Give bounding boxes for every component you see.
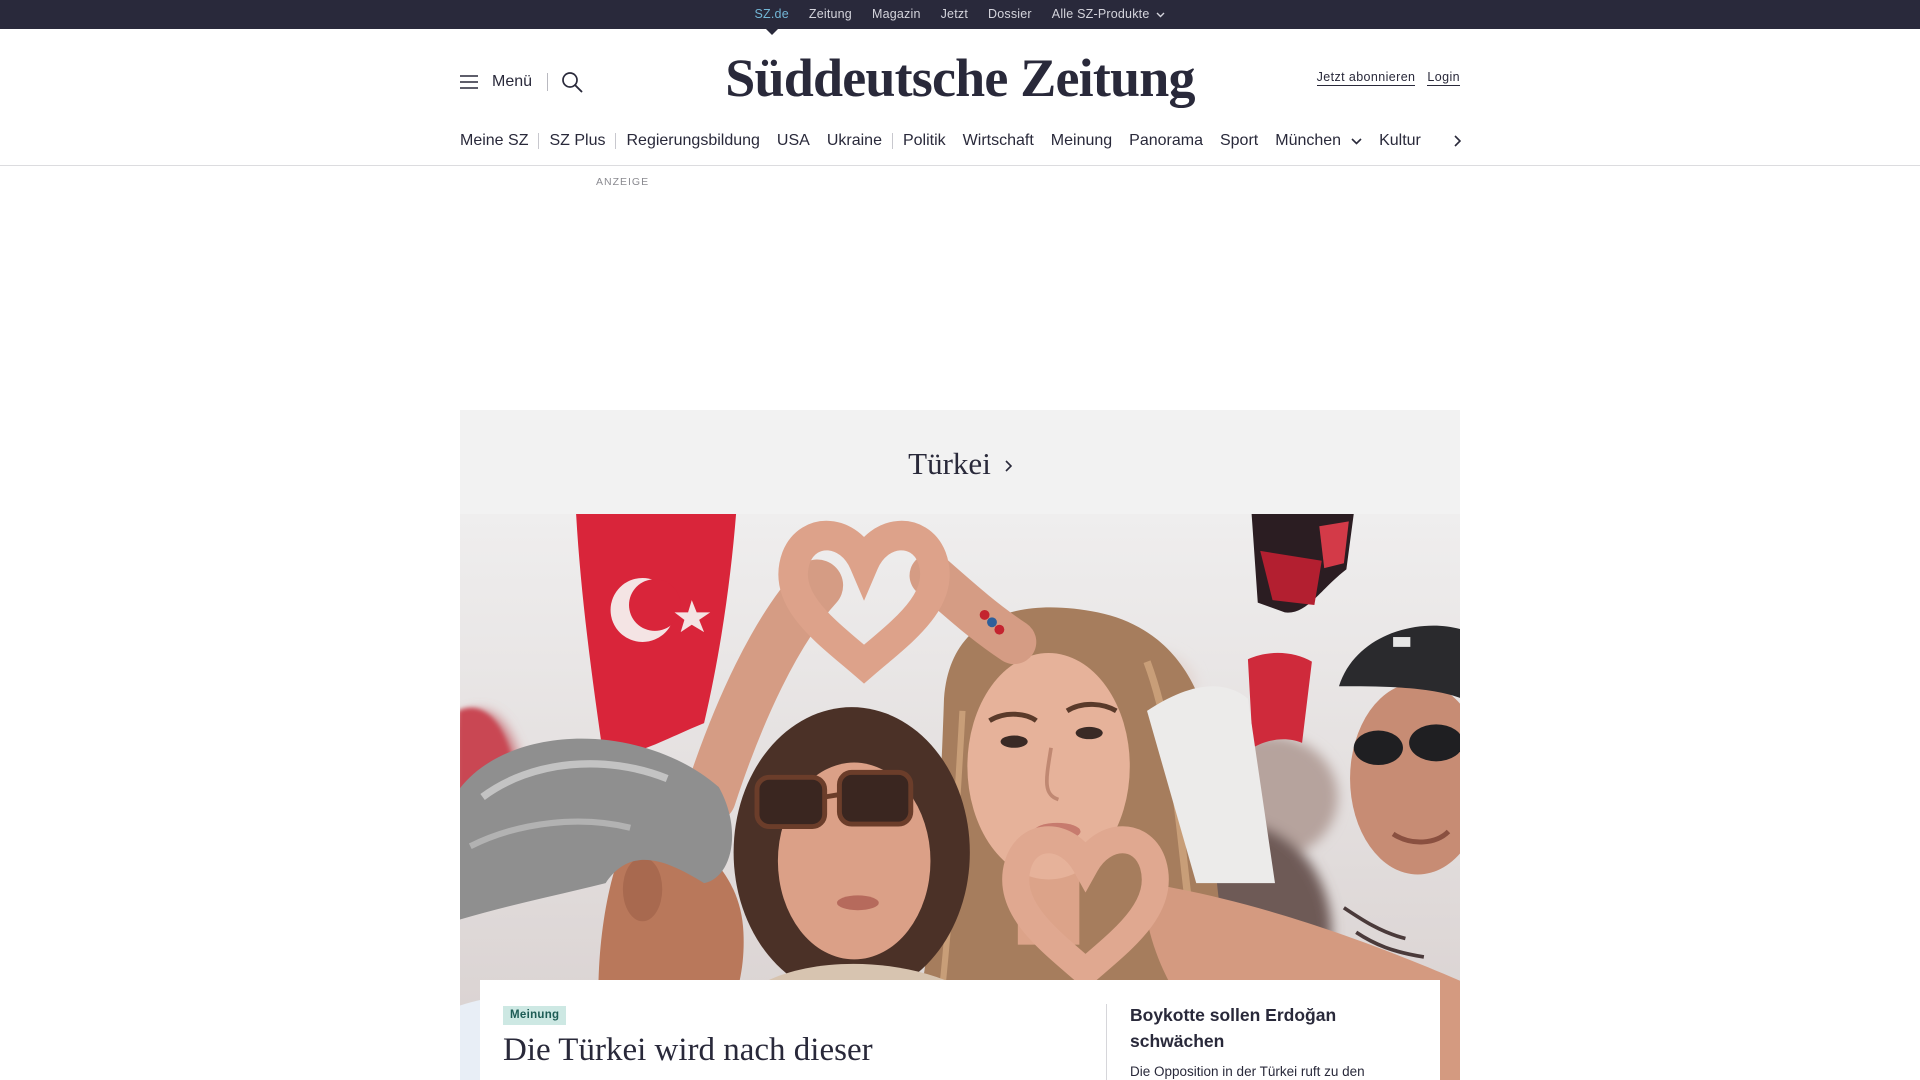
topbar-item-label: Jetzt bbox=[940, 7, 969, 21]
nav-item-muenchen[interactable]: München bbox=[1275, 132, 1362, 150]
nav-item-politik[interactable]: Politik bbox=[903, 132, 946, 150]
nav-scroll-right-button[interactable] bbox=[1449, 131, 1465, 151]
topbar-item-alle-produkte[interactable]: Alle SZ-Produkte bbox=[1052, 0, 1166, 29]
topbar-item-label: SZ.de bbox=[754, 7, 789, 21]
chevron-down-icon bbox=[1351, 137, 1362, 145]
account-links: Jetzt abonnieren Login bbox=[1316, 70, 1460, 86]
nav-item-usa[interactable]: USA bbox=[777, 132, 810, 150]
secondary-article-teaser: Die Opposition in der Türkei ruft zu den bbox=[1130, 1064, 1365, 1079]
nav-item-meine-sz[interactable]: Meine SZ bbox=[460, 132, 528, 150]
nav-item-kultur[interactable]: Kultur bbox=[1379, 132, 1421, 150]
nav-item-sport[interactable]: Sport bbox=[1220, 132, 1258, 150]
section-title: Türkei bbox=[908, 446, 991, 481]
topbar-item-label: Magazin bbox=[871, 7, 921, 21]
nav-divider bbox=[538, 133, 540, 149]
topic-section-turkei: Türkei Meinung Die Türkei wird nach dies… bbox=[460, 410, 1460, 1080]
nav-divider bbox=[615, 133, 617, 149]
main-navigation: Meine SZ SZ Plus Regierungsbildung USA U… bbox=[460, 127, 1435, 155]
topbar-item-label: Zeitung bbox=[808, 7, 852, 21]
lead-article-headline[interactable]: Die Türkei wird nach dieser bbox=[503, 1030, 873, 1070]
card-divider bbox=[1106, 1004, 1107, 1080]
site-logo: Süddeutsche Zeitung bbox=[0, 46, 1920, 110]
lead-article-card: Meinung Die Türkei wird nach dieser Boyk… bbox=[480, 980, 1440, 1080]
chevron-right-icon bbox=[1453, 135, 1461, 147]
opinion-badge: Meinung bbox=[503, 1006, 567, 1025]
secondary-article-headline[interactable]: Boykotte sollen Erdoğan schwächen bbox=[1130, 1002, 1410, 1054]
ad-label: ANZEIGE bbox=[596, 176, 650, 188]
nav-divider bbox=[891, 133, 893, 149]
nav-item-panorama[interactable]: Panorama bbox=[1129, 132, 1203, 150]
nav-item-label: München bbox=[1275, 132, 1342, 149]
topbar-item-sz-de[interactable]: SZ.de bbox=[754, 0, 789, 35]
active-indicator bbox=[765, 29, 778, 35]
topbar-item-zeitung[interactable]: Zeitung bbox=[809, 0, 852, 29]
nav-item-sz-plus[interactable]: SZ Plus bbox=[549, 132, 605, 150]
topbar-item-label: Alle SZ-Produkte bbox=[1051, 7, 1150, 21]
nav-item-regierungsbildung[interactable]: Regierungsbildung bbox=[626, 132, 759, 150]
topbar-item-magazin[interactable]: Magazin bbox=[872, 0, 921, 29]
chevron-down-icon bbox=[1156, 12, 1165, 18]
logo-link[interactable]: Süddeutsche Zeitung bbox=[725, 48, 1195, 108]
topbar-item-dossier[interactable]: Dossier bbox=[988, 0, 1032, 29]
header-bottom-border bbox=[0, 165, 1920, 166]
top-product-bar: SZ.de Zeitung Magazin Jetzt Dossier Alle… bbox=[0, 0, 1920, 35]
section-title-link[interactable]: Türkei bbox=[460, 446, 1460, 482]
login-link[interactable]: Login bbox=[1427, 70, 1460, 86]
topbar-item-label: Dossier bbox=[988, 7, 1032, 21]
subscribe-link[interactable]: Jetzt abonnieren bbox=[1316, 70, 1416, 86]
nav-item-wirtschaft[interactable]: Wirtschaft bbox=[963, 132, 1034, 150]
topbar-item-jetzt[interactable]: Jetzt bbox=[941, 0, 968, 29]
nav-item-meinung[interactable]: Meinung bbox=[1051, 132, 1112, 150]
nav-item-ukraine[interactable]: Ukraine bbox=[827, 132, 882, 150]
chevron-right-icon bbox=[1005, 460, 1012, 472]
